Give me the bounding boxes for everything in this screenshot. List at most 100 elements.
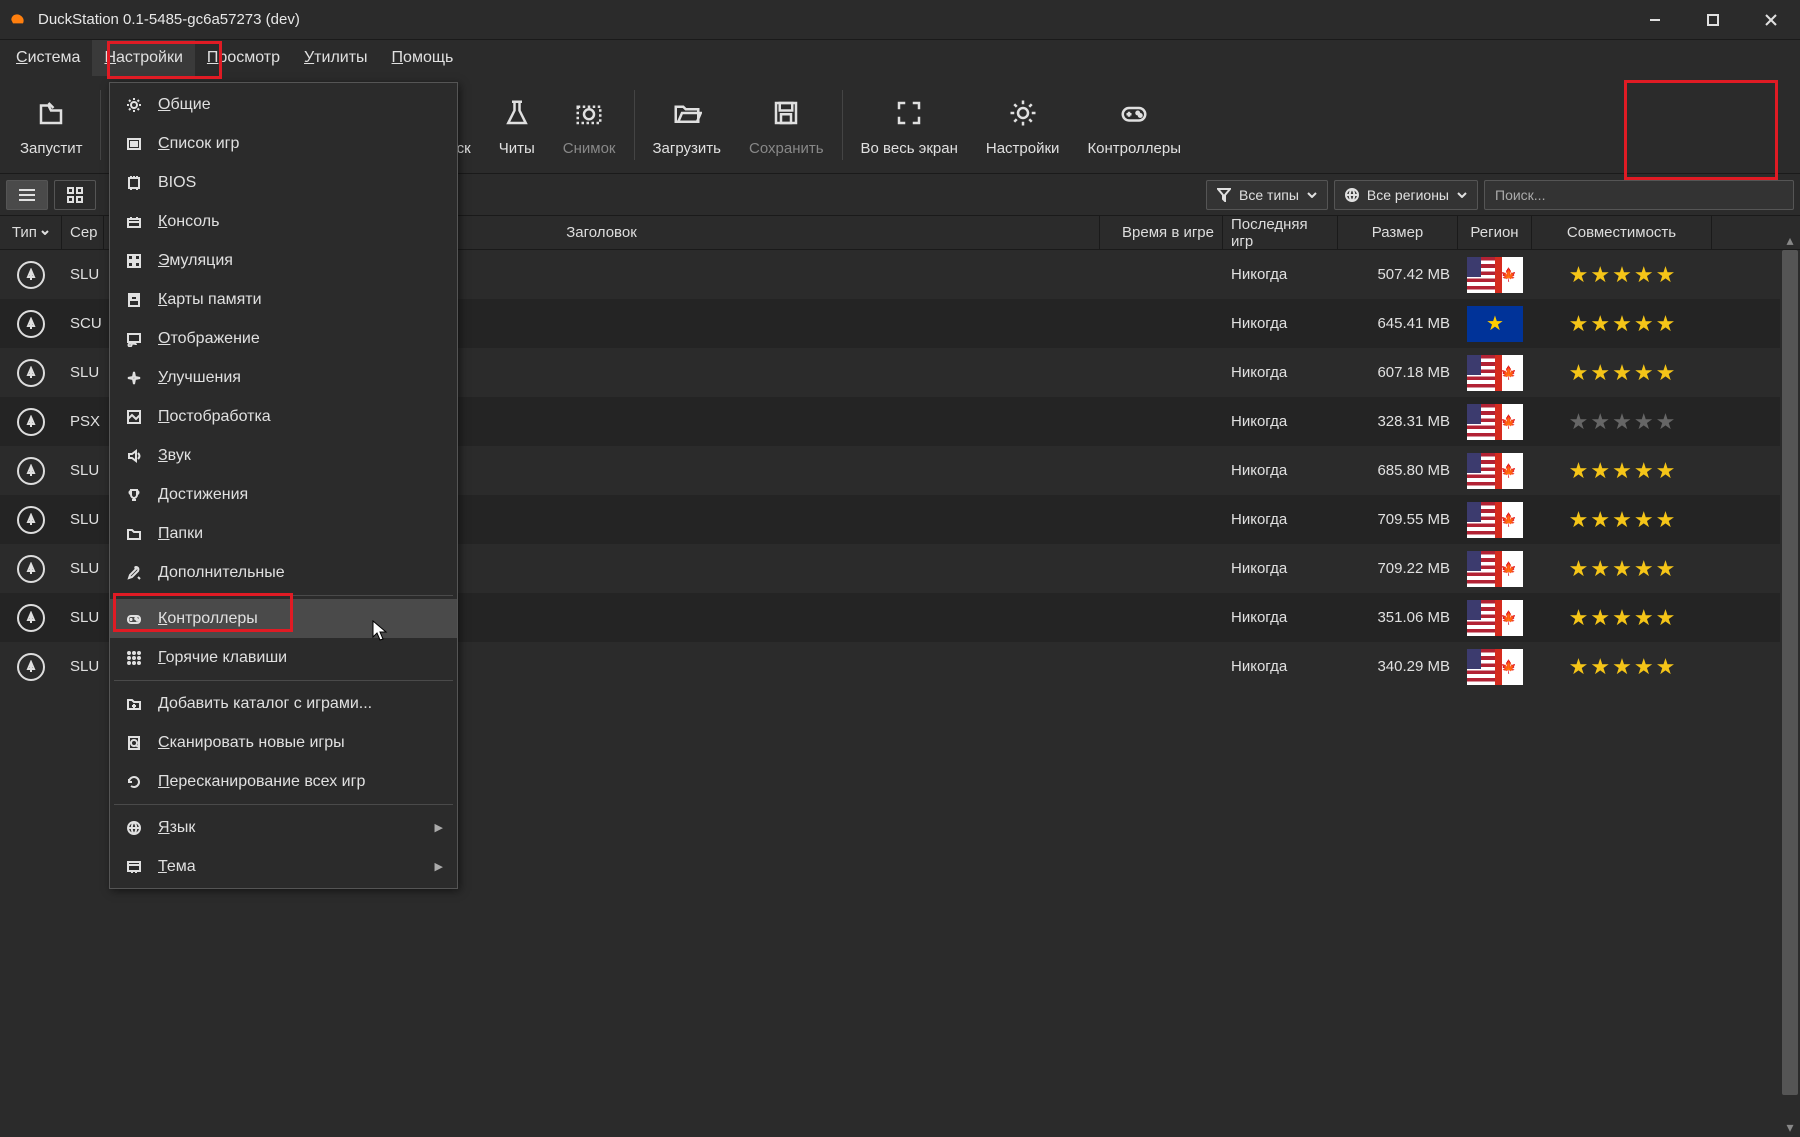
menu-настройки[interactable]: Настройки (92, 40, 194, 76)
cell-serial: SLU (62, 593, 104, 642)
menu-item-hotkeys[interactable]: Горячие клавиши (110, 638, 457, 677)
maximize-button[interactable] (1684, 0, 1742, 39)
menu-item-trophy[interactable]: Достижения (110, 475, 457, 514)
vertical-scrollbar[interactable]: ▴ ▾ (1780, 250, 1800, 1137)
toolbar-separator (842, 90, 843, 160)
star-icon: ★ (1569, 262, 1589, 288)
sound-icon (124, 448, 144, 464)
cell-last: Никогда (1223, 642, 1338, 691)
col-compat[interactable]: Совместимость (1532, 216, 1712, 249)
camera-icon (574, 92, 604, 134)
toolbar-separator (100, 90, 101, 160)
menu-item-theme[interactable]: Тема▶ (110, 847, 457, 886)
flag-usca-icon (1467, 551, 1523, 587)
rescan-icon (124, 774, 144, 790)
fullscreen-icon (894, 92, 924, 134)
menu-item-postproc[interactable]: Постобработка (110, 397, 457, 436)
cell-last: Никогда (1223, 446, 1338, 495)
view-list-button[interactable] (6, 180, 48, 210)
cell-played (1100, 397, 1223, 446)
menu-item-label: Звук (158, 447, 191, 465)
load-button[interactable]: Загрузить (639, 80, 736, 170)
cell-region (1458, 446, 1532, 495)
menu-помощь[interactable]: Помощь (380, 40, 466, 76)
screenshot-button[interactable]: Снимок (549, 80, 630, 170)
star-icon: ★ (1569, 605, 1589, 631)
start-button[interactable]: Запустит (6, 80, 96, 170)
menu-item-chip[interactable]: BIOS (110, 163, 457, 202)
menu-просмотр[interactable]: Просмотр (195, 40, 292, 76)
flag-usca-icon (1467, 355, 1523, 391)
star-icon: ★ (1590, 654, 1610, 680)
cell-compat: ★★★★★ (1532, 642, 1712, 691)
cell-compat: ★★★★★ (1532, 348, 1712, 397)
cell-region (1458, 642, 1532, 691)
cell-size: 685.80 MB (1338, 446, 1458, 495)
col-serial[interactable]: Сер (62, 216, 104, 249)
flag-usca-icon (1467, 404, 1523, 440)
gear-icon (124, 97, 144, 113)
cheats-button[interactable]: Читы (485, 80, 549, 170)
star-icon: ★ (1656, 605, 1676, 631)
star-icon: ★ (1634, 556, 1654, 582)
view-grid-button[interactable] (54, 180, 96, 210)
menu-item-label: Достижения (158, 486, 248, 504)
menu-item-scan[interactable]: Сканировать новые игры (110, 723, 457, 762)
menu-item-list[interactable]: Список игр (110, 124, 457, 163)
folder-open-icon (672, 92, 702, 134)
menu-item-sparkle[interactable]: Улучшения (110, 358, 457, 397)
titlebar: DuckStation 0.1-5485-gc6a57273 (dev) (0, 0, 1800, 40)
cell-type (0, 348, 62, 397)
scroll-up-arrow[interactable]: ▴ (1780, 230, 1800, 250)
menu-item-rescan[interactable]: Пересканирование всех игр (110, 762, 457, 801)
star-icon: ★ (1590, 556, 1610, 582)
cell-compat: ★★★★★ (1532, 446, 1712, 495)
star-icon: ★ (1612, 409, 1632, 435)
filter-type-dropdown[interactable]: Все типы (1206, 180, 1328, 210)
chip-icon (124, 175, 144, 191)
menu-item-label: Улучшения (158, 369, 241, 387)
col-size[interactable]: Размер (1338, 216, 1458, 249)
scroll-down-arrow[interactable]: ▾ (1780, 1117, 1800, 1137)
cell-serial: SCU (62, 299, 104, 348)
cell-played (1100, 299, 1223, 348)
scrollbar-thumb[interactable] (1782, 250, 1798, 1095)
filter-region-dropdown[interactable]: Все регионы (1334, 180, 1478, 210)
menu-item-add-folder[interactable]: Добавить каталог с играми... (110, 684, 457, 723)
menu-item-globe[interactable]: Язык▶ (110, 808, 457, 847)
settings-button[interactable]: Настройки (972, 80, 1074, 170)
emulation-icon (124, 253, 144, 269)
menu-система[interactable]: Система (4, 40, 92, 76)
disc-icon (17, 555, 45, 583)
menu-item-label: Консоль (158, 213, 219, 231)
menu-item-console[interactable]: Консоль (110, 202, 457, 241)
col-played[interactable]: Время в игре (1100, 216, 1223, 249)
menu-утилиты[interactable]: Утилиты (292, 40, 380, 76)
menu-item-controller[interactable]: Контроллеры (110, 599, 457, 638)
controllers-button[interactable]: Контроллеры (1073, 80, 1195, 170)
minimize-button[interactable] (1626, 0, 1684, 39)
cell-size: 340.29 MB (1338, 642, 1458, 691)
menu-item-sound[interactable]: Звук (110, 436, 457, 475)
star-icon: ★ (1656, 262, 1676, 288)
console-icon (124, 214, 144, 230)
menu-item-label: Тема (158, 858, 196, 876)
fullscreen-button[interactable]: Во весь экран (847, 80, 972, 170)
cell-compat: ★★★★★ (1532, 495, 1712, 544)
menu-item-gear[interactable]: Общие (110, 85, 457, 124)
col-type[interactable]: Тип (0, 216, 62, 249)
menu-item-folder[interactable]: Папки (110, 514, 457, 553)
menu-item-display[interactable]: Отображение (110, 319, 457, 358)
toolbar-label: Запустит (20, 140, 82, 157)
menu-item-emulation[interactable]: Эмуляция (110, 241, 457, 280)
search-input[interactable]: Поиск... (1484, 180, 1794, 210)
save-button[interactable]: Сохранить (735, 80, 838, 170)
close-button[interactable] (1742, 0, 1800, 39)
cell-size: 709.22 MB (1338, 544, 1458, 593)
col-region[interactable]: Регион (1458, 216, 1532, 249)
app-icon (8, 10, 28, 30)
menu-item-memcard[interactable]: Карты памяти (110, 280, 457, 319)
col-last[interactable]: Последняя игр (1223, 216, 1338, 249)
menu-item-wrench[interactable]: Дополнительные (110, 553, 457, 592)
menu-item-label: Горячие клавиши (158, 649, 287, 667)
